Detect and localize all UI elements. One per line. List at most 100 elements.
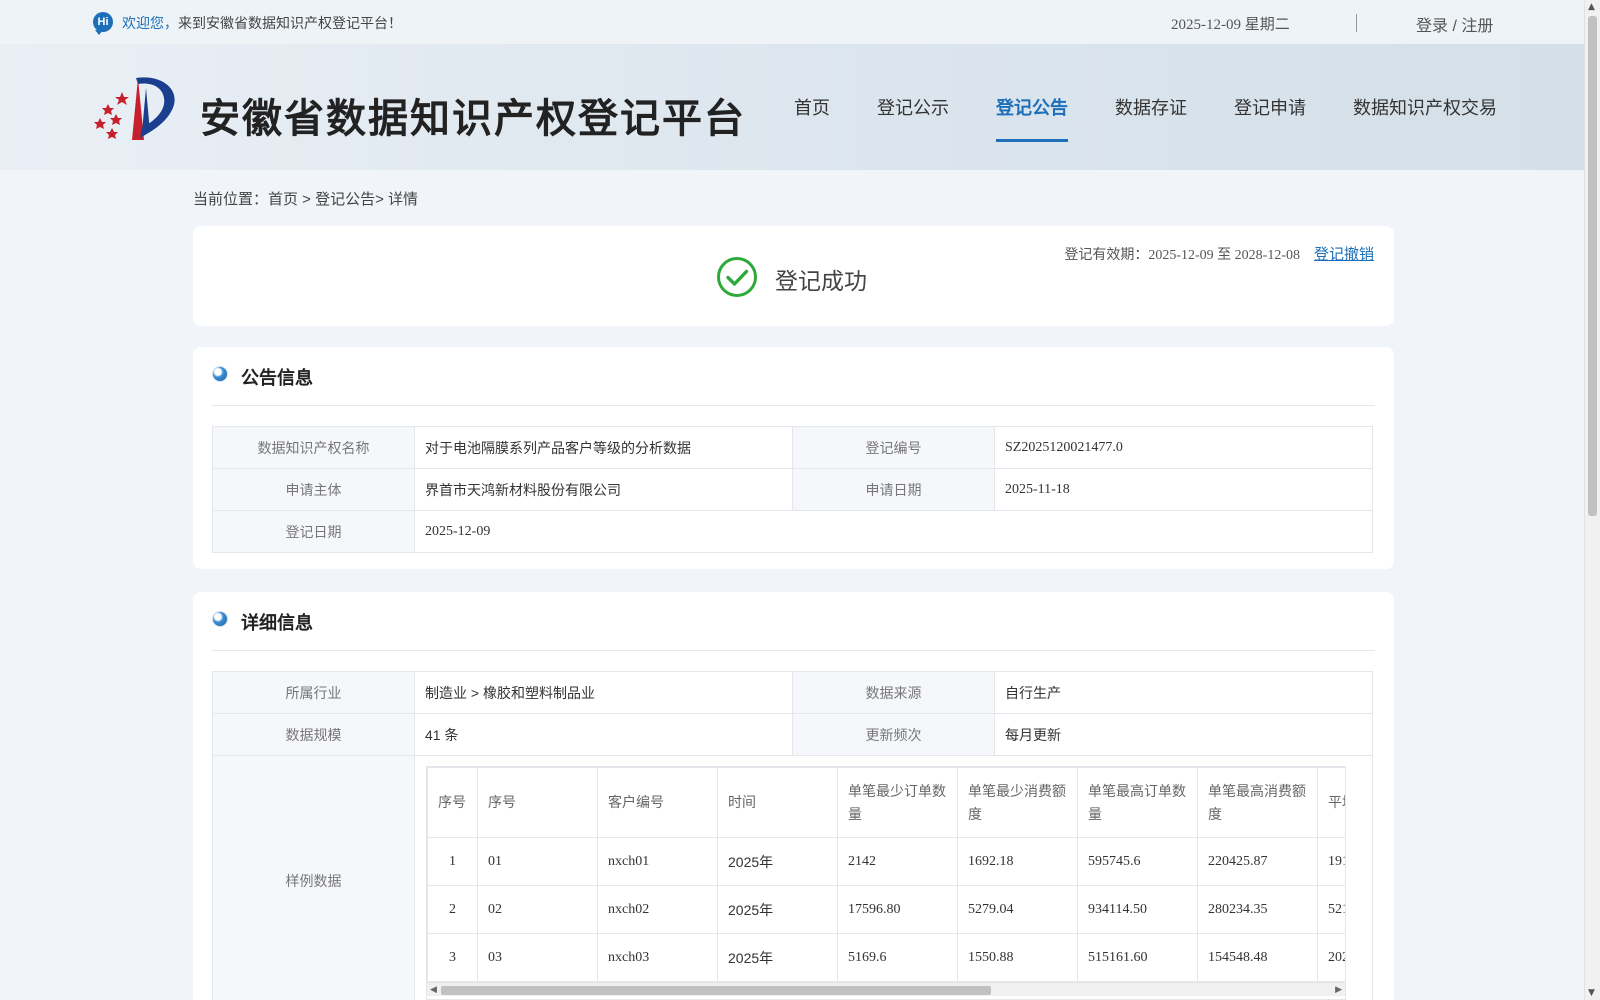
column-header: 单笔最高订单数量: [1077, 767, 1198, 838]
table-row: 数据知识产权名称 对于电池隔膜系列产品客户等级的分析数据 登记编号 SZ2025…: [212, 426, 1373, 469]
table-cell: 2: [427, 885, 478, 934]
table-cell: 521: [1317, 885, 1345, 934]
application-date-value: 2025-11-18: [994, 468, 1373, 511]
table-cell: 595745.6: [1077, 837, 1198, 886]
field-label: 登记日期: [212, 510, 415, 553]
table-cell: 03: [477, 933, 598, 982]
field-label: 申请主体: [212, 468, 415, 511]
details-title: 详细信息: [241, 613, 313, 633]
site-title: 安徽省数据知识产权登记平台: [200, 96, 746, 142]
scroll-down-icon[interactable]: ▼: [1588, 988, 1595, 998]
table-cell: 3: [427, 933, 478, 982]
table-cell: 1550.88: [957, 933, 1078, 982]
column-header: 单笔最少订单数量: [837, 767, 958, 838]
field-label: 数据规模: [212, 713, 415, 756]
platform-logo-icon: [94, 77, 175, 140]
table-row: 所属行业 制造业 > 橡胶和塑料制品业 数据来源 自行生产: [212, 671, 1373, 714]
success-check-icon: [717, 257, 757, 297]
nav-ip-trading[interactable]: 数据知识产权交易: [1353, 44, 1497, 170]
industry-value: 制造业 > 橡胶和塑料制品业: [414, 671, 793, 714]
scrollbar-thumb[interactable]: [1588, 16, 1597, 516]
table-cell: 2142: [837, 837, 958, 886]
table-cell: 2025年: [717, 885, 838, 934]
divider: [212, 405, 1375, 406]
revoke-registration-link[interactable]: 登记撤销: [1314, 243, 1374, 264]
table-cell: 2025年: [717, 837, 838, 886]
breadcrumb: 当前位置：首页 > 登记公告> 详情: [193, 191, 419, 208]
column-header: 序号: [427, 767, 478, 838]
welcome-text: 来到安徽省数据知识产权登记平台！: [178, 15, 402, 31]
table-row: 1 01 nxch01 2025年 2142 1692.18 595745.6 220425.…: [427, 837, 1345, 886]
table-row: 数据规模 41 条 更新频次 每月更新: [212, 713, 1373, 756]
table-cell: 154548.48: [1197, 933, 1318, 982]
section-bullet-icon: [212, 366, 228, 382]
column-header: 时间: [717, 767, 838, 838]
table-cell: 5169.6: [837, 933, 958, 982]
table-cell: 2025年: [717, 933, 838, 982]
table-cell: 220425.87: [1197, 837, 1318, 886]
field-label: 数据来源: [792, 671, 995, 714]
table-cell: 191: [1317, 837, 1345, 886]
applicant-value: 界首市天鸿新材料股份有限公司: [414, 468, 793, 511]
table-row: 登记日期 2025-12-09: [212, 510, 1373, 553]
data-scale-value: 41 条: [414, 713, 793, 756]
table-cell: nxch02: [597, 885, 718, 934]
table-cell: 5279.04: [957, 885, 1078, 934]
field-label: 登记编号: [792, 426, 995, 469]
table-cell: 02: [477, 885, 598, 934]
status-text: 登记成功: [775, 268, 867, 294]
divider: [1356, 14, 1357, 32]
window-scrollbar[interactable]: ▲ ▼: [1584, 0, 1600, 1000]
table-row: 3 03 nxch03 2025年 5169.6 1550.88 515161.60 1545…: [427, 933, 1345, 982]
nav-home[interactable]: 首页: [794, 44, 830, 170]
main-nav: 首页 登记公示 登记公告 数据存证 登记申请 数据知识产权交易: [794, 44, 1497, 170]
announcement-card: 公告信息 数据知识产权名称 对于电池隔膜系列产品客户等级的分析数据 登记编号 S…: [193, 347, 1394, 569]
column-header: 客户编号: [597, 767, 718, 838]
table-cell: 515161.60: [1077, 933, 1198, 982]
scroll-up-icon[interactable]: ▲: [1588, 2, 1595, 12]
welcome-highlight: 欢迎您，: [122, 15, 178, 31]
scrollbar-thumb[interactable]: [441, 986, 991, 995]
horizontal-scrollbar[interactable]: ◀ ▶: [427, 982, 1345, 996]
nav-registration-publicity[interactable]: 登记公示: [877, 44, 949, 170]
field-label: 数据知识产权名称: [212, 426, 415, 469]
table-cell: nxch03: [597, 933, 718, 982]
announcement-title: 公告信息: [241, 368, 313, 388]
announcement-table: 数据知识产权名称 对于电池隔膜系列产品客户等级的分析数据 登记编号 SZ2025…: [212, 426, 1373, 553]
table-row: 2 02 nxch02 2025年 17596.80 5279.04 934114.50 28…: [427, 885, 1345, 934]
column-header: 单笔最高消费额度: [1197, 767, 1318, 838]
column-header: 平均: [1317, 767, 1345, 838]
table-cell: nxch01: [597, 837, 718, 886]
welcome-message: 欢迎您，来到安徽省数据知识产权登记平台！: [122, 13, 402, 33]
validity-period: 登记有效期：2025-12-09 至 2028-12-08: [1064, 248, 1300, 263]
top-bar: Hi 欢迎您，来到安徽省数据知识产权登记平台！ 2025-12-09 星期二 登…: [0, 0, 1584, 44]
table-cell: 17596.80: [837, 885, 958, 934]
registration-date-value: 2025-12-09: [414, 510, 1373, 553]
sample-header-row: 序号 序号 客户编号 时间 单笔最少订单数量 单笔最少消费额度 单笔最高订单数量…: [427, 767, 1345, 838]
divider: [212, 650, 1375, 651]
table-cell: 934114.50: [1077, 885, 1198, 934]
site-header: 安徽省数据知识产权登记平台 首页 登记公示 登记公告 数据存证 登记申请 数据知…: [0, 44, 1584, 170]
table-cell: 280234.35: [1197, 885, 1318, 934]
table-cell: 202: [1317, 933, 1345, 982]
scroll-right-icon[interactable]: ▶: [1335, 985, 1342, 995]
update-frequency-value: 每月更新: [994, 713, 1373, 756]
scroll-left-icon[interactable]: ◀: [430, 985, 437, 995]
ip-name-value: 对于电池隔膜系列产品客户等级的分析数据: [414, 426, 793, 469]
sample-data-table: 序号 序号 客户编号 时间 单笔最少订单数量 单笔最少消费额度 单笔最高订单数量…: [427, 767, 1345, 982]
data-source-value: 自行生产: [994, 671, 1373, 714]
hi-icon: Hi: [93, 12, 113, 35]
nav-data-evidence[interactable]: 数据存证: [1115, 44, 1187, 170]
table-cell: 01: [477, 837, 598, 886]
sample-data-scroll-area[interactable]: 序号 序号 客户编号 时间 单笔最少订单数量 单笔最少消费额度 单笔最高订单数量…: [426, 766, 1346, 1000]
table-cell: 1692.18: [957, 837, 1078, 886]
field-label: 所属行业: [212, 671, 415, 714]
nav-registration-announcement[interactable]: 登记公告: [996, 44, 1068, 170]
login-register-link[interactable]: 登录 / 注册: [1416, 12, 1493, 36]
current-date: 2025-12-09 星期二: [1171, 17, 1290, 33]
field-label: 申请日期: [792, 468, 995, 511]
nav-registration-apply[interactable]: 登记申请: [1234, 44, 1306, 170]
registration-number-value: SZ2025120021477.0: [994, 426, 1373, 469]
column-header: 序号: [477, 767, 598, 838]
status-card: 登记有效期：2025-12-09 至 2028-12-08 登记撤销 登记成功: [193, 226, 1394, 326]
